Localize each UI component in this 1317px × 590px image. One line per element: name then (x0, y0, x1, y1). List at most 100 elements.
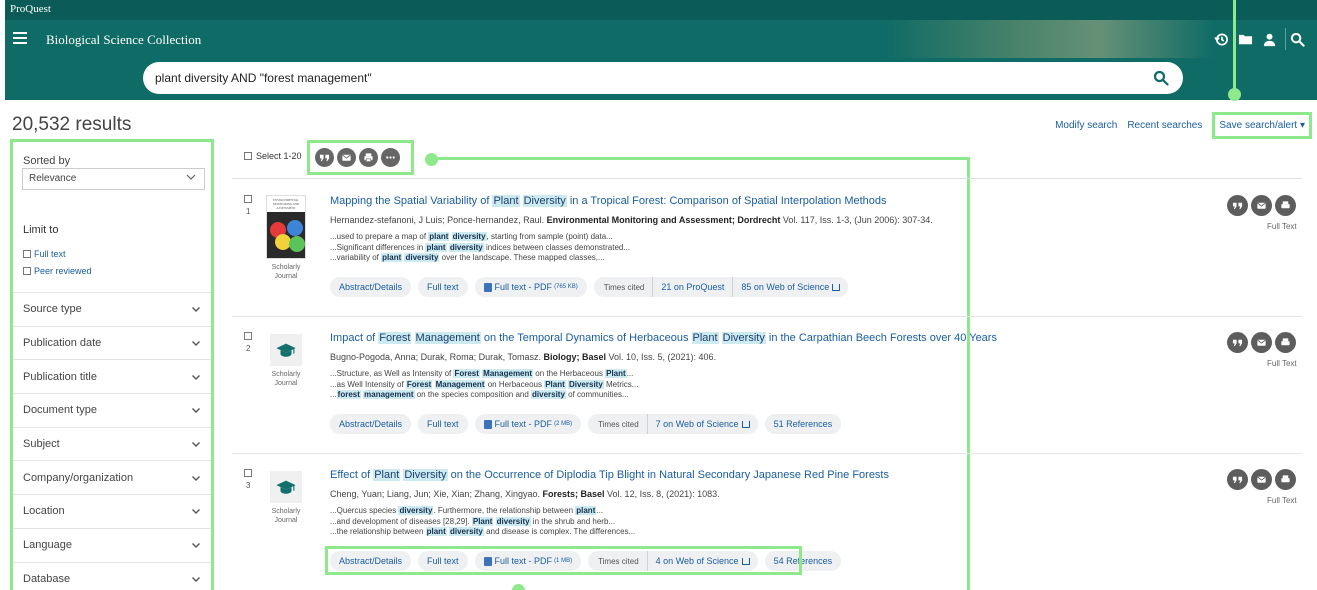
cover-title: ENVIRONMENTAL MONITORING AND ASSESSMENT (267, 196, 305, 212)
facet-publication-date[interactable]: Publication date (13, 325, 211, 360)
result-thumbnail[interactable]: ENVIRONMENTAL MONITORING AND ASSESSMENT … (266, 195, 306, 281)
chevron-down-icon (192, 475, 200, 481)
full-text-link[interactable]: Full text (418, 277, 468, 297)
chevron-down-icon (192, 442, 200, 448)
facet-source-type[interactable]: Source type (13, 292, 211, 326)
more-icon[interactable] (381, 148, 400, 167)
result-thumbnail[interactable]: Scholarly Journal (266, 469, 306, 525)
results-list: 1 ENVIRONMENTAL MONITORING AND ASSESSMEN… (232, 178, 1302, 590)
collection-title[interactable]: Biological Science Collection (46, 32, 201, 48)
sort-value: Relevance (29, 173, 77, 184)
document-type-label: Scholarly Journal (271, 508, 301, 524)
bulk-tools (307, 140, 414, 175)
result-title-link[interactable]: Effect of Plant Diversity on the Occurre… (330, 469, 889, 481)
select-all-checkbox[interactable] (244, 152, 252, 160)
history-icon[interactable] (1209, 28, 1233, 50)
full-text-pdf-link[interactable]: Full text - PDF (765 KB) (474, 277, 587, 297)
facet-publication-title[interactable]: Publication title (13, 359, 211, 393)
result-snippets: ...Structure, as Well as Intensity of Fo… (330, 369, 638, 401)
facet-label: Location (23, 505, 65, 518)
facet-location[interactable]: Location (13, 494, 211, 528)
full-text-link[interactable]: Full text (418, 414, 468, 434)
modify-search-link[interactable]: Modify search (1055, 120, 1117, 131)
chevron-down-icon (192, 576, 200, 582)
abstract-details-link[interactable]: Abstract/Details (330, 277, 412, 297)
recent-searches-link[interactable]: Recent searches (1127, 120, 1202, 131)
cite-icon[interactable] (1227, 195, 1248, 216)
search-box (143, 62, 1183, 94)
email-icon[interactable] (337, 148, 356, 167)
filter-label[interactable]: Peer reviewed (34, 266, 92, 276)
peer-reviewed-filter[interactable]: Peer reviewed (23, 266, 92, 276)
checkbox[interactable] (23, 267, 31, 275)
times-cited-label: Times cited (598, 419, 639, 429)
result-checkbox[interactable] (244, 332, 252, 340)
brand-bar: ProQuest (5, 0, 1317, 20)
journal-cover-image: ENVIRONMENTAL MONITORING AND ASSESSMENT (266, 195, 306, 259)
search-icon[interactable] (1285, 28, 1309, 50)
publication-link[interactable]: Environmental Monitoring and Assessment;… (547, 215, 781, 225)
result-actions (1227, 332, 1296, 353)
chevron-down-icon (192, 374, 200, 380)
result-title-link[interactable]: Mapping the Spatial Variability of Plant… (330, 195, 887, 207)
email-icon[interactable] (1251, 332, 1272, 353)
chevron-down-icon (192, 307, 200, 313)
cite-icon[interactable] (1227, 469, 1248, 490)
full-text-filter[interactable]: Full text (23, 249, 66, 259)
publication-link[interactable]: Biology; Basel (543, 352, 606, 362)
search-input[interactable] (155, 68, 1115, 88)
select-range-label[interactable]: Select 1-20 (256, 151, 302, 161)
external-link-icon (741, 420, 750, 428)
search-icon[interactable] (1153, 70, 1169, 86)
result-divider (232, 316, 1302, 317)
facet-database[interactable]: Database (13, 561, 211, 590)
filter-label[interactable]: Full text (34, 249, 66, 259)
print-icon[interactable] (359, 148, 378, 167)
cited-wos-link[interactable]: 7 on Web of Science (646, 414, 758, 434)
result-number: 1 (246, 207, 251, 216)
header-decoration (885, 20, 1215, 58)
save-search-alert-button[interactable]: Save search/alert ▾ (1212, 112, 1312, 139)
folder-icon[interactable] (1233, 28, 1257, 50)
checkbox[interactable] (23, 250, 31, 258)
result-snippets: ...used to prepare a map of plant divers… (330, 232, 630, 264)
email-icon[interactable] (1251, 195, 1272, 216)
full-text-label: Full Text (1267, 359, 1297, 368)
user-icon[interactable] (1257, 28, 1281, 50)
snippet: ...used to prepare a map of plant divers… (330, 232, 613, 241)
print-icon[interactable] (1275, 195, 1296, 216)
result-thumbnail[interactable]: Scholarly Journal (266, 332, 306, 388)
result-title-link[interactable]: Impact of Forest Management on the Tempo… (330, 332, 997, 344)
brand-logo[interactable]: ProQuest (10, 3, 51, 15)
full-text-pdf-link[interactable]: Full text - PDF (2 MB) (474, 414, 582, 434)
full-text-label: Full Text (1267, 496, 1297, 505)
result-checkbox[interactable] (244, 469, 252, 477)
cite-icon[interactable] (315, 148, 334, 167)
snippet: ...as Well Intensity of Forest Managemen… (330, 379, 639, 389)
print-icon[interactable] (1275, 332, 1296, 353)
cited-wos-link[interactable]: 85 on Web of Science (732, 277, 848, 297)
email-icon[interactable] (1251, 469, 1272, 490)
sort-select[interactable]: Relevance (22, 168, 205, 190)
facet-subject[interactable]: Subject (13, 426, 211, 461)
document-type-label: Scholarly Journal (271, 371, 301, 387)
facet-document-type[interactable]: Document type (13, 393, 211, 427)
menu-icon[interactable] (13, 32, 27, 44)
snippet: ...forest management on the species comp… (330, 390, 629, 399)
publication-link[interactable]: Forests; Basel (543, 489, 605, 499)
facet-company-organization[interactable]: Company/organization (13, 460, 211, 494)
cite-icon[interactable] (1227, 332, 1248, 353)
result-links: Abstract/Details Full text Full text - P… (330, 414, 842, 434)
result-links: Abstract/Details Full text Full text - P… (330, 277, 849, 297)
facet-language[interactable]: Language (13, 527, 211, 562)
references-link[interactable]: 51 References (764, 414, 842, 434)
snippet: ...Structure, as Well as Intensity of Fo… (330, 369, 634, 378)
result-checkbox[interactable] (244, 195, 252, 203)
result-number: 2 (246, 344, 251, 353)
select-range[interactable]: Select 1-20 (244, 151, 302, 161)
cited-proquest-link[interactable]: 21 on ProQuest (652, 277, 732, 297)
search-actions: Modify search Recent searches Save searc… (1055, 112, 1312, 139)
results-count: 20,532 results (12, 114, 132, 135)
abstract-details-link[interactable]: Abstract/Details (330, 414, 412, 434)
print-icon[interactable] (1275, 469, 1296, 490)
